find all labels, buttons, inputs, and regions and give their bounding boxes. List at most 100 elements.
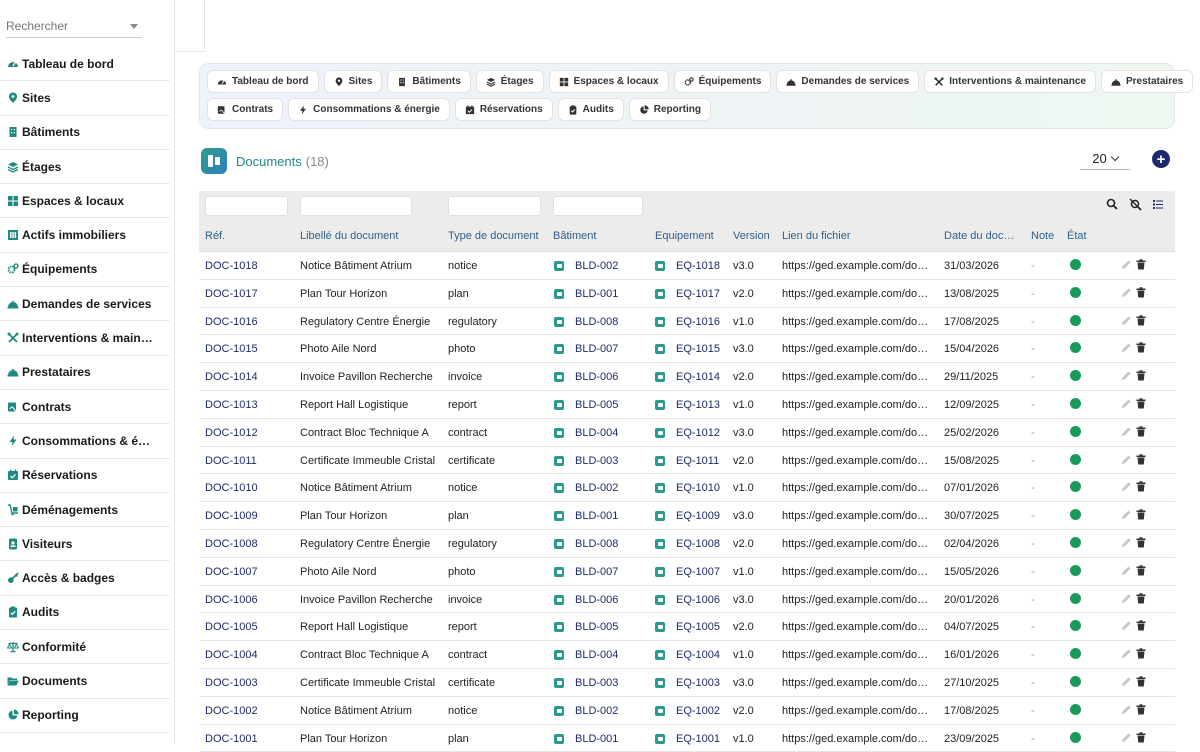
search-icon[interactable] — [1106, 198, 1119, 211]
nav-pill[interactable]: Reporting — [628, 98, 711, 121]
sidebar-item[interactable]: Audits — [0, 596, 170, 631]
table-row[interactable]: DOC-1009 Plan Tour Horizon plan BLD-001 EQ-1… — [199, 502, 1175, 530]
file-link[interactable]: https://ged.example.com/do… — [782, 621, 928, 633]
table-row[interactable]: DOC-1011 Certificate Immeuble Cristal cert… — [199, 447, 1175, 475]
sidebar-item[interactable]: Visiteurs — [0, 527, 170, 562]
edit-icon[interactable] — [1121, 287, 1132, 301]
sidebar-item[interactable]: Déménagements — [0, 493, 170, 528]
table-row[interactable]: DOC-1005 Report Hall Logistique report BLD-… — [199, 613, 1175, 642]
file-link[interactable]: https://ged.example.com/do… — [782, 677, 928, 689]
table-row[interactable]: DOC-1016 Regulatory Centre Énergie regulat… — [199, 308, 1175, 336]
nav-pill[interactable]: Réservations — [454, 98, 553, 121]
sidebar-item[interactable]: Interventions & main… — [0, 321, 170, 356]
nav-pill[interactable]: Audits — [557, 98, 624, 121]
sidebar-item[interactable]: Demandes de services — [0, 287, 170, 322]
edit-icon[interactable] — [1121, 565, 1132, 579]
nav-pill[interactable]: Demandes de services — [776, 70, 920, 93]
nav-pill[interactable]: Espaces & locaux — [548, 70, 669, 93]
table-row[interactable]: DOC-1008 Regulatory Centre Énergie regulat… — [199, 530, 1175, 558]
edit-icon[interactable] — [1121, 454, 1132, 468]
sidebar-item[interactable]: Prestataires — [0, 356, 170, 390]
building-link[interactable]: BLD-007 — [554, 566, 618, 578]
equipment-link[interactable]: EQ-1007 — [655, 566, 720, 578]
equipment-link[interactable]: EQ-1017 — [655, 288, 720, 300]
sidebar-search[interactable] — [6, 16, 142, 38]
equipment-link[interactable]: EQ-1002 — [655, 705, 720, 717]
doc-ref-link[interactable]: DOC-1012 — [205, 427, 258, 439]
equipment-link[interactable]: EQ-1015 — [655, 343, 720, 355]
trash-icon[interactable] — [1136, 259, 1146, 273]
table-row[interactable]: DOC-1004 Contract Bloc Technique A contrac… — [199, 641, 1175, 669]
trash-icon[interactable] — [1136, 287, 1146, 301]
trash-icon[interactable] — [1136, 314, 1146, 329]
equipment-link[interactable]: EQ-1006 — [655, 594, 720, 606]
doc-ref-link[interactable]: DOC-1018 — [205, 260, 258, 272]
table-row[interactable]: DOC-1006 Invoice Pavillon Recherche invoic… — [199, 586, 1175, 614]
add-document-button[interactable]: + — [1152, 150, 1170, 168]
equipment-link[interactable]: EQ-1003 — [655, 677, 720, 689]
equipment-link[interactable]: EQ-1011 — [655, 455, 719, 467]
edit-icon[interactable] — [1121, 648, 1132, 662]
table-row[interactable]: DOC-1007 Photo Aile Nord photo BLD-007 EQ-10… — [199, 558, 1175, 586]
search-input[interactable] — [6, 16, 126, 36]
doc-ref-link[interactable]: DOC-1010 — [205, 482, 258, 494]
clear-search-icon[interactable] — [1129, 198, 1142, 211]
doc-ref-link[interactable]: DOC-1004 — [205, 649, 258, 661]
edit-icon[interactable] — [1121, 537, 1132, 551]
building-link[interactable]: BLD-001 — [554, 288, 618, 300]
equipment-link[interactable]: EQ-1018 — [655, 260, 720, 272]
table-row[interactable]: DOC-1018 Notice Bâtiment Atrium notice BLD-… — [199, 252, 1175, 280]
building-link[interactable]: BLD-008 — [554, 538, 618, 550]
trash-icon[interactable] — [1136, 426, 1146, 440]
sidebar-item[interactable]: Documents — [0, 664, 170, 699]
trash-icon[interactable] — [1136, 481, 1146, 495]
building-link[interactable]: BLD-003 — [554, 677, 618, 689]
equipment-link[interactable]: EQ-1013 — [655, 399, 720, 411]
doc-ref-link[interactable]: DOC-1006 — [205, 594, 258, 606]
sidebar-item[interactable]: Reporting — [0, 699, 170, 733]
trash-icon[interactable] — [1136, 398, 1146, 412]
doc-ref-link[interactable]: DOC-1007 — [205, 566, 258, 578]
edit-icon[interactable] — [1121, 398, 1132, 412]
column-header[interactable]: Equipement — [655, 230, 714, 242]
edit-icon[interactable] — [1121, 620, 1132, 634]
doc-ref-link[interactable]: DOC-1015 — [205, 343, 258, 355]
sidebar-item[interactable]: Accès & badges — [0, 561, 170, 596]
doc-ref-link[interactable]: DOC-1005 — [205, 621, 258, 633]
equipment-link[interactable]: EQ-1004 — [655, 649, 720, 661]
nav-pill[interactable]: Interventions & maintenance — [924, 70, 1096, 93]
table-row[interactable]: DOC-1014 Invoice Pavillon Recherche invoic… — [199, 363, 1175, 391]
file-link[interactable]: https://ged.example.com/do… — [782, 482, 928, 494]
building-link[interactable]: BLD-007 — [554, 343, 618, 355]
file-link[interactable]: https://ged.example.com/do… — [782, 649, 928, 661]
edit-icon[interactable] — [1121, 509, 1132, 523]
building-link[interactable]: BLD-002 — [554, 705, 618, 717]
edit-icon[interactable] — [1121, 259, 1132, 273]
edit-icon[interactable] — [1121, 370, 1132, 384]
trash-icon[interactable] — [1136, 620, 1146, 634]
filter-type-input[interactable] — [448, 196, 541, 216]
building-link[interactable]: BLD-008 — [554, 316, 618, 328]
table-row[interactable]: DOC-1010 Notice Bâtiment Atrium notice BLD-… — [199, 474, 1175, 503]
column-header[interactable]: État — [1067, 230, 1087, 242]
file-link[interactable]: https://ged.example.com/do… — [782, 566, 928, 578]
equipment-link[interactable]: EQ-1009 — [655, 510, 720, 522]
building-link[interactable]: BLD-005 — [554, 399, 618, 411]
trash-icon[interactable] — [1136, 537, 1146, 551]
building-link[interactable]: BLD-003 — [554, 455, 618, 467]
nav-pill[interactable]: Bâtiments — [387, 70, 471, 93]
trash-icon[interactable] — [1136, 565, 1146, 579]
equipment-link[interactable]: EQ-1008 — [655, 538, 720, 550]
file-link[interactable]: https://ged.example.com/do… — [782, 288, 928, 300]
table-row[interactable]: DOC-1017 Plan Tour Horizon plan BLD-001 EQ-1… — [199, 280, 1175, 308]
sidebar-item[interactable]: Sites — [0, 81, 170, 116]
building-link[interactable]: BLD-006 — [554, 371, 618, 383]
chevron-down-icon[interactable] — [130, 24, 138, 29]
building-link[interactable]: BLD-005 — [554, 621, 618, 633]
equipment-link[interactable]: EQ-1016 — [655, 316, 720, 328]
equipment-link[interactable]: EQ-1014 — [655, 371, 720, 383]
trash-icon[interactable] — [1136, 370, 1146, 384]
edit-icon[interactable] — [1121, 676, 1132, 690]
list-icon[interactable] — [1152, 198, 1165, 211]
file-link[interactable]: https://ged.example.com/do… — [782, 538, 928, 550]
